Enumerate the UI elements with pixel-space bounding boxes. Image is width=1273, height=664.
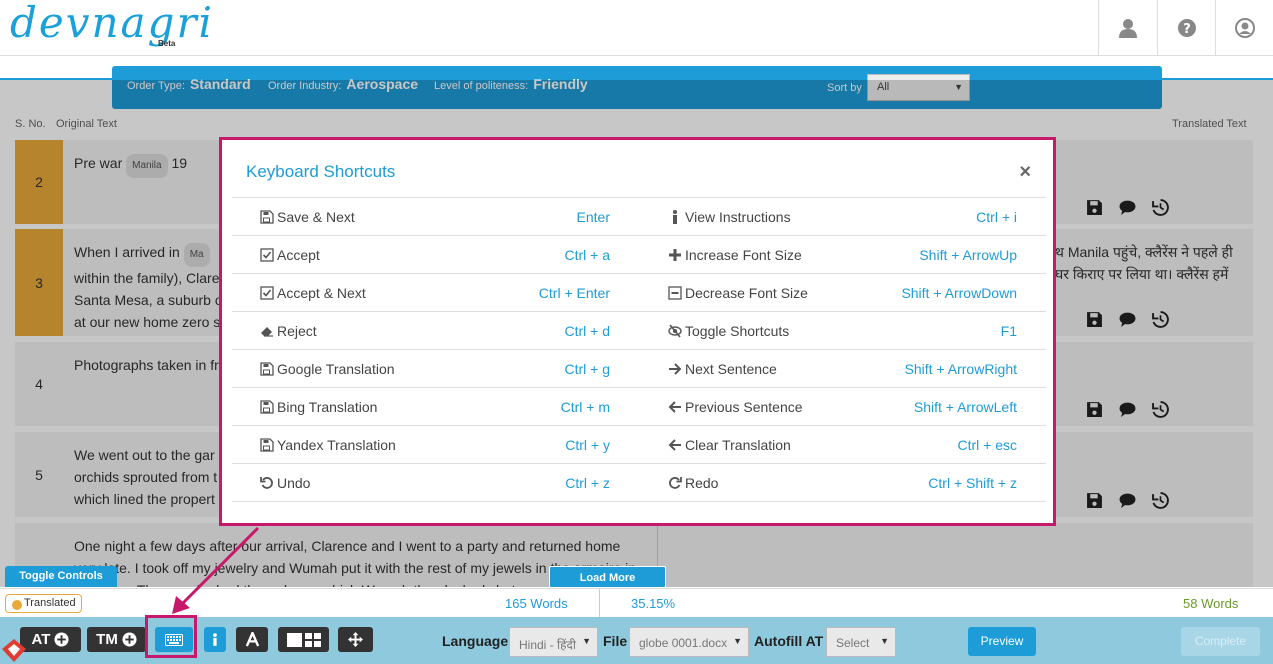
- shortcut-key: F1: [1000, 323, 1017, 339]
- info-button[interactable]: [204, 627, 226, 652]
- shortcut-key: Ctrl + a: [564, 247, 610, 263]
- shortcut-label: Google Translation: [260, 350, 395, 388]
- top-navbar: devnagri Beta ?: [0, 0, 1273, 56]
- arrow-left-icon: [668, 401, 681, 413]
- shortcut-label: Previous Sentence: [668, 388, 803, 426]
- shortcut-label: Reject: [260, 312, 317, 350]
- shortcut-label: Clear Translation: [668, 426, 791, 464]
- eraser-icon: [261, 327, 273, 337]
- minus-square-icon: [668, 286, 682, 300]
- progress-percent: 35.15%: [631, 596, 676, 611]
- shortcut-label: Save & Next: [260, 198, 355, 236]
- plus-circle-icon: [122, 632, 137, 647]
- modal-title: Keyboard Shortcuts: [246, 162, 396, 181]
- autofill-select[interactable]: Select ▼: [826, 627, 896, 657]
- shortcut-row: Save & Next Enter View Instructions Ctrl…: [232, 198, 1046, 236]
- shortcut-key: Ctrl + Enter: [538, 285, 610, 301]
- file-label: File: [603, 633, 628, 649]
- arrow-left-icon: [668, 439, 681, 451]
- shortcut-label: Bing Translation: [260, 388, 377, 426]
- save-icon: [260, 400, 274, 414]
- move-icon: [348, 632, 363, 647]
- shortcut-label: Increase Font Size: [668, 236, 802, 274]
- account-icon[interactable]: [1215, 0, 1273, 56]
- autofill-label: Autofill AT: [754, 633, 824, 649]
- save-icon: [260, 438, 274, 452]
- shortcut-row: Undo Ctrl + z Redo Ctrl + Shift + z: [232, 464, 1046, 502]
- shortcut-label: Yandex Translation: [260, 426, 396, 464]
- keyboard-shortcuts-modal: Keyboard Shortcuts × Save & Next Enter V…: [219, 137, 1056, 526]
- status-bar: Translated 165 Words 35.15% 58 Words: [0, 588, 1273, 618]
- font-icon: [245, 632, 259, 647]
- shortcut-key: Shift + ArrowRight: [904, 361, 1017, 377]
- info-icon: [673, 210, 677, 224]
- font-size-button[interactable]: [236, 627, 268, 652]
- shortcut-key: Ctrl + g: [564, 361, 610, 377]
- source-word-count: 165 Words: [505, 596, 568, 611]
- status-divider: [599, 589, 600, 618]
- shortcut-key: Shift + ArrowDown: [901, 285, 1017, 301]
- shortcut-row: Reject Ctrl + d Toggle Shortcuts F1: [232, 312, 1046, 350]
- undo-icon: [260, 477, 273, 489]
- shortcut-key: Shift + ArrowUp: [919, 247, 1017, 263]
- layout-toggle-button[interactable]: [278, 627, 329, 652]
- user-icon[interactable]: [1098, 0, 1156, 56]
- translated-legend: Translated: [5, 594, 82, 613]
- info-icon: [213, 633, 217, 646]
- shortcut-row: Yandex Translation Ctrl + y Clear Transl…: [232, 426, 1046, 464]
- at-button[interactable]: AT: [20, 627, 81, 652]
- close-icon[interactable]: ×: [1019, 161, 1031, 184]
- save-icon: [260, 362, 274, 376]
- beta-label: Beta: [158, 39, 176, 48]
- shortcut-key: Ctrl + esc: [957, 437, 1017, 453]
- shortcut-label: Next Sentence: [668, 350, 777, 388]
- load-more-button[interactable]: Load More: [549, 566, 666, 588]
- shortcut-label: Decrease Font Size: [668, 274, 808, 312]
- complete-button[interactable]: Complete: [1181, 627, 1260, 656]
- shortcut-label: Redo: [668, 464, 718, 502]
- save-icon: [260, 210, 274, 224]
- svg-text:?: ?: [1183, 22, 1191, 37]
- eye-slash-icon: [668, 324, 682, 338]
- shortcut-key: Ctrl + m: [560, 399, 610, 415]
- redo-icon: [669, 477, 682, 489]
- status-dot: [12, 600, 22, 610]
- shortcut-key: Ctrl + y: [565, 437, 610, 453]
- arrow-right-icon: [669, 363, 682, 375]
- shortcut-key: Shift + ArrowLeft: [913, 399, 1017, 415]
- checkbox-icon: [260, 286, 274, 300]
- checkbox-icon: [260, 248, 274, 262]
- shortcut-label: Accept & Next: [260, 274, 366, 312]
- logo-text: devnagri: [10, 0, 214, 47]
- toggle-controls-button[interactable]: Toggle Controls: [5, 566, 117, 587]
- language-label: Language: [442, 633, 509, 649]
- shortcut-label: Toggle Shortcuts: [668, 312, 789, 350]
- shortcut-label: Undo: [260, 464, 310, 502]
- plus-icon: [669, 249, 681, 261]
- move-button[interactable]: [338, 627, 373, 652]
- shortcuts-table: Save & Next Enter View Instructions Ctrl…: [232, 197, 1046, 502]
- tm-button[interactable]: TM: [87, 627, 146, 652]
- layout-icon: [286, 632, 321, 647]
- shortcut-key: Enter: [576, 209, 610, 225]
- file-select[interactable]: globe 0001.docx ▼: [629, 627, 749, 657]
- shortcut-label: View Instructions: [668, 198, 791, 236]
- preview-button[interactable]: Preview: [968, 627, 1036, 656]
- app-corner-logo: [2, 639, 26, 662]
- help-icon[interactable]: ?: [1157, 0, 1215, 56]
- shortcut-key: Ctrl + d: [564, 323, 610, 339]
- shortcut-row: Accept Ctrl + a Increase Font Size Shift…: [232, 236, 1046, 274]
- shortcut-label: Accept: [260, 236, 320, 274]
- language-select[interactable]: Hindi - हिंदी ▼: [509, 627, 598, 657]
- translated-word-count: 58 Words: [1183, 596, 1239, 611]
- shortcut-row: Accept & Next Ctrl + Enter Decrease Font…: [232, 274, 1046, 312]
- plus-circle-icon: [54, 632, 69, 647]
- keyboard-button-highlight: [145, 615, 197, 658]
- shortcut-row: Bing Translation Ctrl + m Previous Sente…: [232, 388, 1046, 426]
- shortcut-key: Ctrl + i: [976, 209, 1017, 225]
- shortcut-key: Ctrl + z: [565, 475, 610, 491]
- shortcut-row: Google Translation Ctrl + g Next Sentenc…: [232, 350, 1046, 388]
- shortcut-key: Ctrl + Shift + z: [928, 475, 1017, 491]
- devnagri-logo[interactable]: devnagri Beta: [10, 0, 212, 52]
